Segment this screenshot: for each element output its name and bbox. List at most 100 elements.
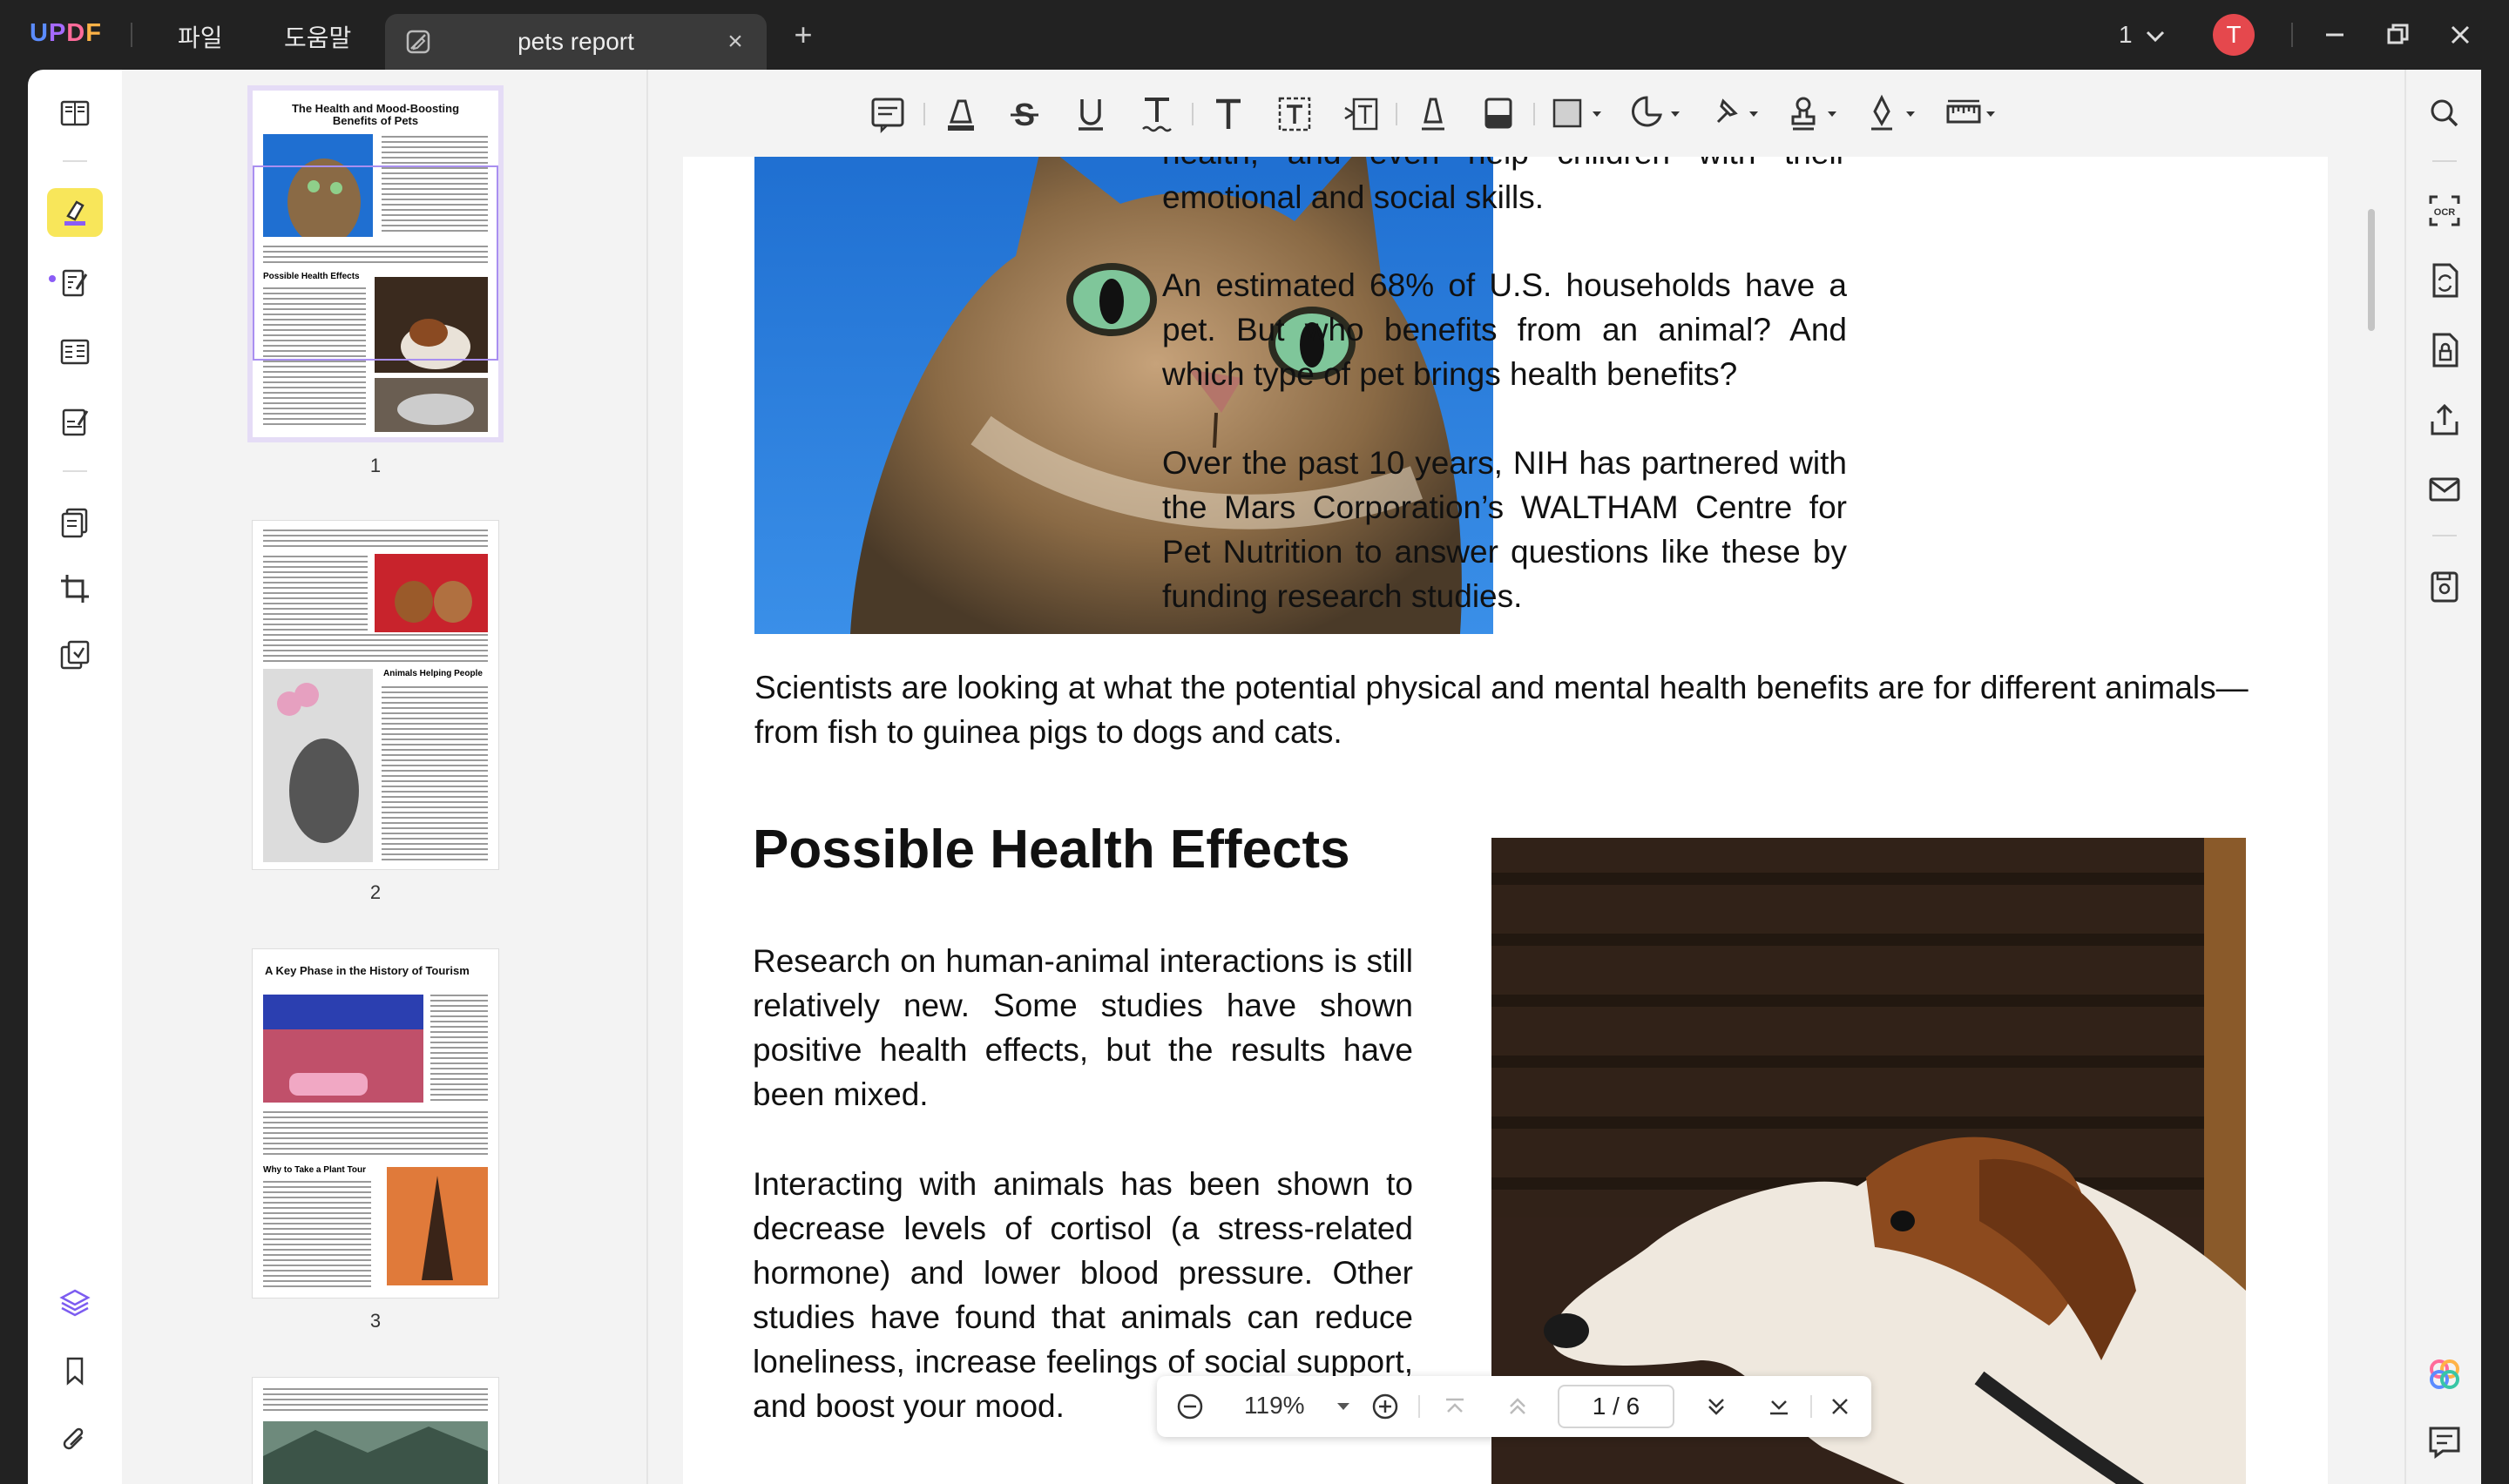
titlebar-divider xyxy=(2291,23,2293,47)
stamp-icon[interactable] xyxy=(1786,92,1842,136)
pages-icon xyxy=(61,508,88,538)
next-page-icon[interactable] xyxy=(1701,1391,1732,1422)
sticker-icon[interactable] xyxy=(1629,92,1685,136)
comment-list-icon[interactable] xyxy=(2424,1421,2465,1463)
restore-icon[interactable] xyxy=(2377,14,2418,56)
text-icon[interactable] xyxy=(1209,92,1248,136)
scrollbar-thumb[interactable] xyxy=(2368,209,2375,331)
title-bar: UPDF 파일 도움말 pets report × + 1 T xyxy=(0,0,2509,70)
signature-pen-icon[interactable] xyxy=(1864,92,1920,136)
eraser-icon[interactable] xyxy=(1479,92,1518,136)
pencil-icon[interactable] xyxy=(1413,92,1451,136)
organize-pages-button[interactable] xyxy=(47,498,103,547)
thumbnail-section-heading: Animals Helping People xyxy=(383,669,483,678)
thumb-text-block xyxy=(263,1111,488,1157)
zoom-out-icon[interactable] xyxy=(1174,1391,1206,1422)
window-page-selector[interactable]: 1 xyxy=(2119,21,2165,49)
edit-pdf-button[interactable] xyxy=(47,258,103,307)
shapes-icon[interactable] xyxy=(1551,92,1606,136)
convert-icon[interactable] xyxy=(2424,260,2465,301)
measure-icon[interactable] xyxy=(1944,92,2000,136)
zoom-level[interactable]: 119% xyxy=(1244,1392,1305,1420)
strikethrough-icon[interactable]: S xyxy=(1005,92,1044,136)
thumbnail-title: A Key Phase in the History of Tourism xyxy=(265,964,470,977)
layers-button[interactable] xyxy=(47,1278,103,1327)
attachment-button[interactable] xyxy=(47,1416,103,1465)
viewport-indicator[interactable] xyxy=(253,165,498,361)
page-thumbnail-4[interactable] xyxy=(253,1378,498,1484)
paragraph-nih: Over the past 10 years, NIH has partnere… xyxy=(1162,445,1847,614)
crop-button[interactable] xyxy=(47,564,103,613)
thumb-text-block xyxy=(263,1388,488,1413)
comment-mode-button[interactable] xyxy=(47,188,103,237)
zoom-page-bar: 119% 1 / 6 xyxy=(1157,1376,1871,1437)
thumb-text-block xyxy=(263,1181,371,1289)
document-tab[interactable]: pets report × xyxy=(385,14,767,70)
document-viewport[interactable]: health, and even help children with thei… xyxy=(648,157,2404,1484)
bookmark-icon xyxy=(66,1357,84,1386)
thumb-cat-flowers-image xyxy=(263,669,373,862)
window-page-number: 1 xyxy=(2119,21,2133,48)
app-logo: UPDF xyxy=(30,19,102,47)
pdf-page: health, and even help children with thei… xyxy=(683,157,2328,1484)
chevron-down-icon xyxy=(2147,30,2165,43)
close-icon[interactable] xyxy=(1824,1391,1856,1422)
close-tab-icon[interactable]: × xyxy=(720,26,751,57)
email-icon[interactable] xyxy=(2424,469,2465,510)
other-tools-button[interactable] xyxy=(47,631,103,679)
ocr-icon[interactable]: OCR xyxy=(2424,190,2465,232)
menu-help[interactable]: 도움말 xyxy=(284,19,351,54)
toolbar-divider xyxy=(923,103,925,125)
page-thumbnail-1[interactable]: The Health and Mood-Boosting Benefits of… xyxy=(253,91,498,437)
highlighter-icon xyxy=(64,200,85,226)
underline-icon[interactable] xyxy=(1072,92,1110,136)
ai-assistant-icon[interactable] xyxy=(2424,1353,2465,1395)
menu-file[interactable]: 파일 xyxy=(178,19,223,54)
toolbar-divider xyxy=(1396,103,1397,125)
thumb-text-block xyxy=(263,634,488,664)
pin-icon[interactable] xyxy=(1708,92,1763,136)
zoombar-divider xyxy=(1810,1395,1812,1418)
thumb-text-block xyxy=(382,686,488,860)
close-window-icon[interactable] xyxy=(2439,14,2481,56)
search-icon[interactable] xyxy=(2424,92,2465,134)
avatar[interactable]: T xyxy=(2213,14,2255,56)
paragraph-scientists: Scientists are looking at what the poten… xyxy=(754,670,2249,750)
thumbnail-page-number: 2 xyxy=(369,881,382,903)
left-tool-rail xyxy=(28,70,122,1484)
tab-title: pets report xyxy=(517,28,634,55)
page-thumbnail-2[interactable]: Animals Helping People xyxy=(253,521,498,869)
protect-icon[interactable] xyxy=(2424,329,2465,371)
previous-page-icon[interactable] xyxy=(1502,1391,1533,1422)
save-icon[interactable] xyxy=(2424,566,2465,608)
titlebar-divider xyxy=(131,23,132,47)
squiggly-icon[interactable] xyxy=(1138,92,1176,136)
sticky-note-icon[interactable] xyxy=(869,92,908,136)
zoom-dropdown-icon[interactable] xyxy=(1328,1391,1359,1422)
new-tab-icon[interactable]: + xyxy=(788,19,819,51)
reader-mode-button[interactable] xyxy=(47,89,103,138)
page-thumbnail-3[interactable]: A Key Phase in the History of Tourism Wh… xyxy=(253,949,498,1298)
minimize-icon[interactable] xyxy=(2314,14,2356,56)
right-tool-rail: OCR xyxy=(2404,70,2481,1484)
bookmark-button[interactable] xyxy=(47,1346,103,1395)
updf-window: UPDF 파일 도움말 pets report × + 1 T The Heal… xyxy=(0,0,2509,1484)
thumb-text-block xyxy=(430,995,488,1101)
first-page-icon[interactable] xyxy=(1439,1391,1471,1422)
toolbar-divider xyxy=(1533,103,1535,125)
share-icon[interactable] xyxy=(2424,399,2465,441)
annotation-toolbar: S xyxy=(648,70,2404,157)
page-layout-button[interactable] xyxy=(47,327,103,376)
text-box-icon[interactable] xyxy=(1275,92,1314,136)
last-page-icon[interactable] xyxy=(1763,1391,1795,1422)
thumbnail-section-heading: Why to Take a Plant Tour xyxy=(263,1165,366,1175)
thumb-lake-image xyxy=(263,1421,488,1484)
zoom-in-icon[interactable] xyxy=(1369,1391,1401,1422)
text-callout-icon[interactable] xyxy=(1342,92,1380,136)
highlight-icon[interactable] xyxy=(941,92,979,136)
page-number-input[interactable]: 1 / 6 xyxy=(1558,1385,1674,1428)
form-icon xyxy=(60,339,90,365)
thumb-havana-image xyxy=(263,995,423,1103)
fill-sign-button[interactable] xyxy=(47,397,103,446)
layers-icon xyxy=(59,1289,91,1317)
